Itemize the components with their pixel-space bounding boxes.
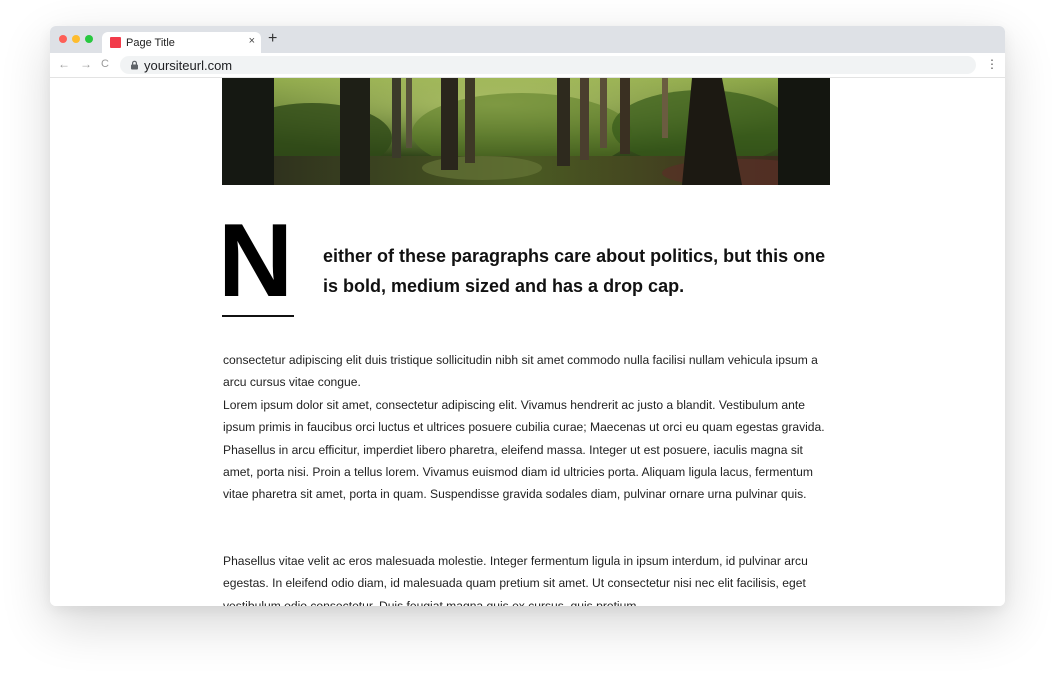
minimize-window-button[interactable] <box>72 35 80 43</box>
tab-active[interactable]: Page Title × <box>102 32 261 53</box>
kebab-menu-icon[interactable]: ⋮ <box>986 57 998 71</box>
reload-icon[interactable]: C <box>101 57 109 71</box>
page-viewport: N either of these paragraphs care about … <box>50 78 1005 606</box>
forest-photo <box>222 78 830 185</box>
maximize-window-button[interactable] <box>85 35 93 43</box>
forward-arrow-icon[interactable]: → <box>80 57 92 71</box>
body-paragraph-2: Phasellus vitae velit ac eros malesuada … <box>223 554 808 606</box>
lead-paragraph: either of these paragraphs care about po… <box>323 246 826 296</box>
address-bar[interactable]: yoursiteurl.com <box>120 56 976 74</box>
url-text: yoursiteurl.com <box>144 58 233 73</box>
hero-image <box>222 78 830 185</box>
drop-cap: N <box>218 209 294 319</box>
drop-cap-letter: N <box>218 203 293 319</box>
plus-icon[interactable]: + <box>268 31 277 47</box>
tab-bar: Page Title × + <box>50 26 1005 53</box>
favicon-icon <box>110 37 121 48</box>
browser-toolbar: ← → C yoursiteurl.com ⋮ <box>50 53 1005 78</box>
close-icon[interactable]: × <box>249 35 255 48</box>
tab-title: Page Title <box>126 37 175 49</box>
lock-icon <box>131 60 138 70</box>
drop-cap-underline <box>222 315 294 317</box>
back-arrow-icon[interactable]: ← <box>58 57 70 71</box>
browser-window: Page Title × + ← → C yoursiteurl.com ⋮ N… <box>50 26 1005 606</box>
body-paragraph-1: consectetur adipiscing elit duis tristiq… <box>223 353 825 502</box>
close-window-button[interactable] <box>59 35 67 43</box>
